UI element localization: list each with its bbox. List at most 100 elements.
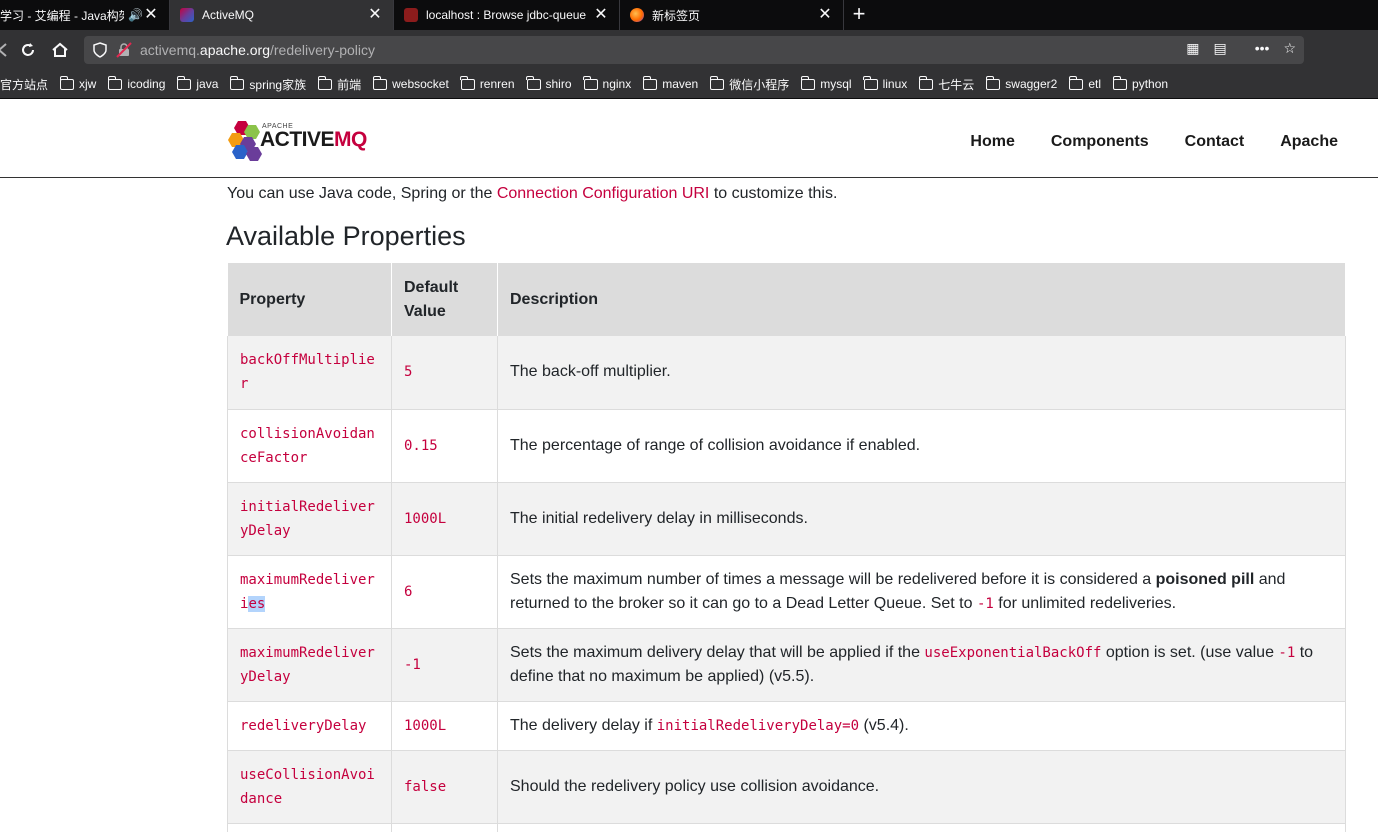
description: Sets the maximum delivery delay that wil…	[497, 628, 1346, 702]
description: The back-off multiplier.	[497, 336, 1346, 410]
default-value: 0.15	[391, 409, 498, 483]
default-value: 6	[391, 555, 498, 629]
more-actions-icon[interactable]: •••	[1255, 40, 1270, 57]
bookmark-folder[interactable]: spring家族	[229, 75, 306, 93]
tab-strip: 学习 - 艾编程 - Java构架 🔊 ✕ ActiveMQ ✕ localho…	[0, 0, 1378, 30]
default-value: 5	[391, 336, 498, 410]
url-text[interactable]: activemq.apache.org/redelivery-policy	[140, 42, 375, 58]
bookmark-folder[interactable]: swagger2	[985, 75, 1057, 91]
close-icon[interactable]: ✕	[367, 7, 383, 23]
nav-contact-link[interactable]: Contact	[1185, 133, 1245, 151]
close-icon[interactable]: ✕	[817, 7, 833, 23]
bookmark-folder[interactable]: 前端	[317, 75, 361, 93]
reader-view-icon[interactable]: ▤	[1213, 40, 1226, 57]
table-row: backOffMultiplier 5 The back-off multipl…	[227, 336, 1346, 410]
folder-icon	[372, 75, 388, 90]
description: Should the redelivery policy use collisi…	[497, 750, 1346, 824]
property-name: backOffMultiplier	[227, 336, 392, 410]
table-row: redeliveryDelay 1000L The delivery delay…	[227, 701, 1346, 751]
nav-components-link[interactable]: Components	[1051, 133, 1149, 151]
activemq-favicon-icon	[180, 8, 194, 22]
speaker-icon[interactable]: 🔊	[128, 8, 143, 22]
bookmark-folder[interactable]: mysql	[800, 75, 852, 91]
qr-code-icon[interactable]: ▦	[1186, 40, 1199, 57]
tab-title: ActiveMQ	[202, 8, 255, 22]
description: The initial redelivery delay in millisec…	[497, 482, 1346, 556]
folder-icon	[526, 75, 541, 90]
table-row: maximumRedeliver ies 6 Sets the maximum …	[227, 555, 1346, 629]
folder-icon	[317, 75, 333, 90]
bookmarks-toolbar: 官方站点 xjw icoding java spring家族 前端 websoc…	[0, 70, 1378, 99]
new-tab-plus-icon[interactable]: +	[844, 0, 874, 30]
property-name: initialRedeliveryDelay	[227, 482, 392, 556]
bookmark-folder[interactable]: shiro	[526, 75, 572, 91]
property-name: redeliveryDelay	[227, 701, 392, 751]
property-name: useCollisionAvoidance	[227, 750, 392, 824]
tab-title: localhost : Browse jdbc-queue	[426, 8, 587, 22]
bookmark-item[interactable]: 官方站点	[0, 76, 48, 93]
bookmark-folder[interactable]: renren	[460, 75, 515, 91]
table-row: initialRedeliveryDelay 1000L The initial…	[227, 482, 1346, 556]
bookmark-folder[interactable]: java	[176, 75, 218, 91]
tab-localhost[interactable]: localhost : Browse jdbc-queue ✕	[394, 0, 620, 30]
folder-icon	[918, 75, 934, 90]
bookmark-folder[interactable]: icoding	[107, 75, 165, 91]
bookmark-folder[interactable]: 微信小程序	[709, 75, 789, 93]
connection-configuration-uri-link[interactable]: Connection Configuration URI	[497, 185, 710, 202]
property-name: collisionAvoidanceFactor	[227, 409, 392, 483]
description: The delivery delay if initialRedeliveryD…	[497, 701, 1346, 751]
top-navigation: Home Components Contact Apache	[970, 133, 1338, 151]
column-header-property: Property	[227, 263, 392, 336]
property-name: maximumRedeliveryDelay	[227, 628, 392, 702]
bookmark-folder[interactable]: maven	[642, 75, 698, 91]
default-value: 1000L	[391, 482, 498, 556]
folder-icon	[985, 75, 1001, 90]
table-header-row: Property Default Value Description	[227, 263, 1346, 336]
folder-icon	[642, 75, 658, 90]
nav-home-link[interactable]: Home	[970, 133, 1014, 151]
close-icon[interactable]: ✕	[593, 7, 609, 23]
back-arrow-icon[interactable]	[0, 34, 10, 66]
logo-text[interactable]: ACTIVEMQ	[260, 128, 367, 152]
console-favicon-icon	[404, 8, 418, 22]
bookmark-star-icon[interactable]: ☆	[1283, 40, 1296, 57]
tab-newtab[interactable]: 新标签页 ✕	[620, 0, 844, 30]
properties-table: Property Default Value Description backO…	[227, 263, 1346, 832]
tab-java[interactable]: 学习 - 艾编程 - Java构架 🔊 ✕	[0, 0, 170, 30]
shield-icon[interactable]	[92, 42, 108, 58]
tab-activemq[interactable]: ActiveMQ ✕	[170, 0, 394, 30]
folder-icon	[107, 75, 123, 90]
reload-icon[interactable]	[12, 34, 44, 66]
insecure-lock-icon[interactable]	[116, 42, 132, 58]
bookmark-folder[interactable]: websocket	[372, 75, 449, 91]
description: Sets the maximum number of times a messa…	[497, 555, 1346, 629]
table-row: maximumRedeliveryDelay -1 Sets the maxim…	[227, 628, 1346, 702]
home-icon[interactable]	[44, 34, 76, 66]
section-heading: Available Properties	[226, 221, 466, 251]
bookmark-folder[interactable]: xjw	[59, 75, 96, 91]
nav-apache-link[interactable]: Apache	[1280, 133, 1338, 151]
close-icon[interactable]: ✕	[143, 7, 159, 23]
web-page: APACHE ACTIVEMQ Home Components Contact …	[0, 99, 1378, 832]
property-name: maximumRedeliver ies	[227, 555, 392, 629]
bookmark-folder[interactable]: nginx	[583, 75, 631, 91]
url-bar[interactable]: activemq.apache.org/redelivery-policy ▦ …	[84, 36, 1304, 64]
folder-icon	[1112, 75, 1128, 90]
folder-icon	[1068, 75, 1084, 90]
table-row: useCollisionAvoidance false Should the r…	[227, 750, 1346, 824]
tab-title: 学习 - 艾编程 - Java构架	[0, 8, 125, 23]
bookmark-folder[interactable]: linux	[863, 75, 907, 91]
bookmark-folder[interactable]: etl	[1068, 75, 1101, 91]
navigation-toolbar: activemq.apache.org/redelivery-policy ▦ …	[0, 30, 1378, 70]
column-header-default: Default Value	[391, 263, 498, 336]
empty-cell	[391, 823, 498, 832]
folder-icon	[583, 75, 598, 90]
tab-title: 新标签页	[652, 8, 701, 23]
folder-icon	[863, 75, 878, 90]
bookmark-folder[interactable]: 七牛云	[918, 75, 974, 93]
folder-icon	[460, 75, 475, 90]
table-row	[227, 823, 1346, 832]
bookmark-folder[interactable]: python	[1112, 75, 1168, 91]
intro-paragraph: You can use Java code, Spring or the Con…	[227, 185, 838, 202]
firefox-icon	[630, 8, 644, 22]
